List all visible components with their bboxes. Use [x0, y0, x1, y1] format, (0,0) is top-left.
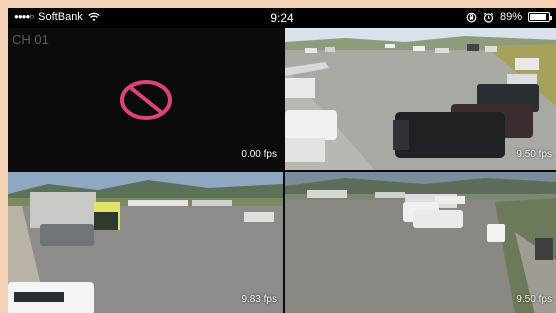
battery-icon	[528, 12, 552, 22]
camera-tile-4[interactable]: 9.50 fps	[285, 172, 556, 313]
camera-tile-3[interactable]: 9.83 fps	[8, 172, 283, 313]
battery-fill	[530, 14, 546, 20]
camera-feed-image	[8, 172, 283, 313]
phone-screen: ●●●●○ SoftBank 9:24 89% CH 01 0.00 fps 9…	[8, 8, 556, 313]
battery-percent: 89%	[499, 11, 522, 23]
fps-readout: 9.83 fps	[241, 294, 277, 305]
camera-grid: CH 01 0.00 fps 9.50 fps 9.83 fps 9.50 fp…	[8, 28, 556, 313]
camera-tile-2[interactable]: 9.50 fps	[285, 28, 556, 170]
fps-readout: 9.50 fps	[516, 149, 552, 160]
camera-tile-1[interactable]: CH 01 0.00 fps	[8, 28, 283, 170]
channel-label: CH 01	[12, 32, 49, 47]
fps-readout: 0.00 fps	[241, 149, 277, 160]
status-right: 89%	[466, 11, 552, 23]
fps-readout: 9.50 fps	[516, 294, 552, 305]
status-bar: ●●●●○ SoftBank 9:24 89%	[8, 8, 556, 28]
no-entry-icon	[120, 80, 172, 120]
camera-feed-image	[285, 172, 556, 313]
alarm-icon	[483, 12, 494, 23]
orientation-lock-icon	[466, 12, 477, 22]
